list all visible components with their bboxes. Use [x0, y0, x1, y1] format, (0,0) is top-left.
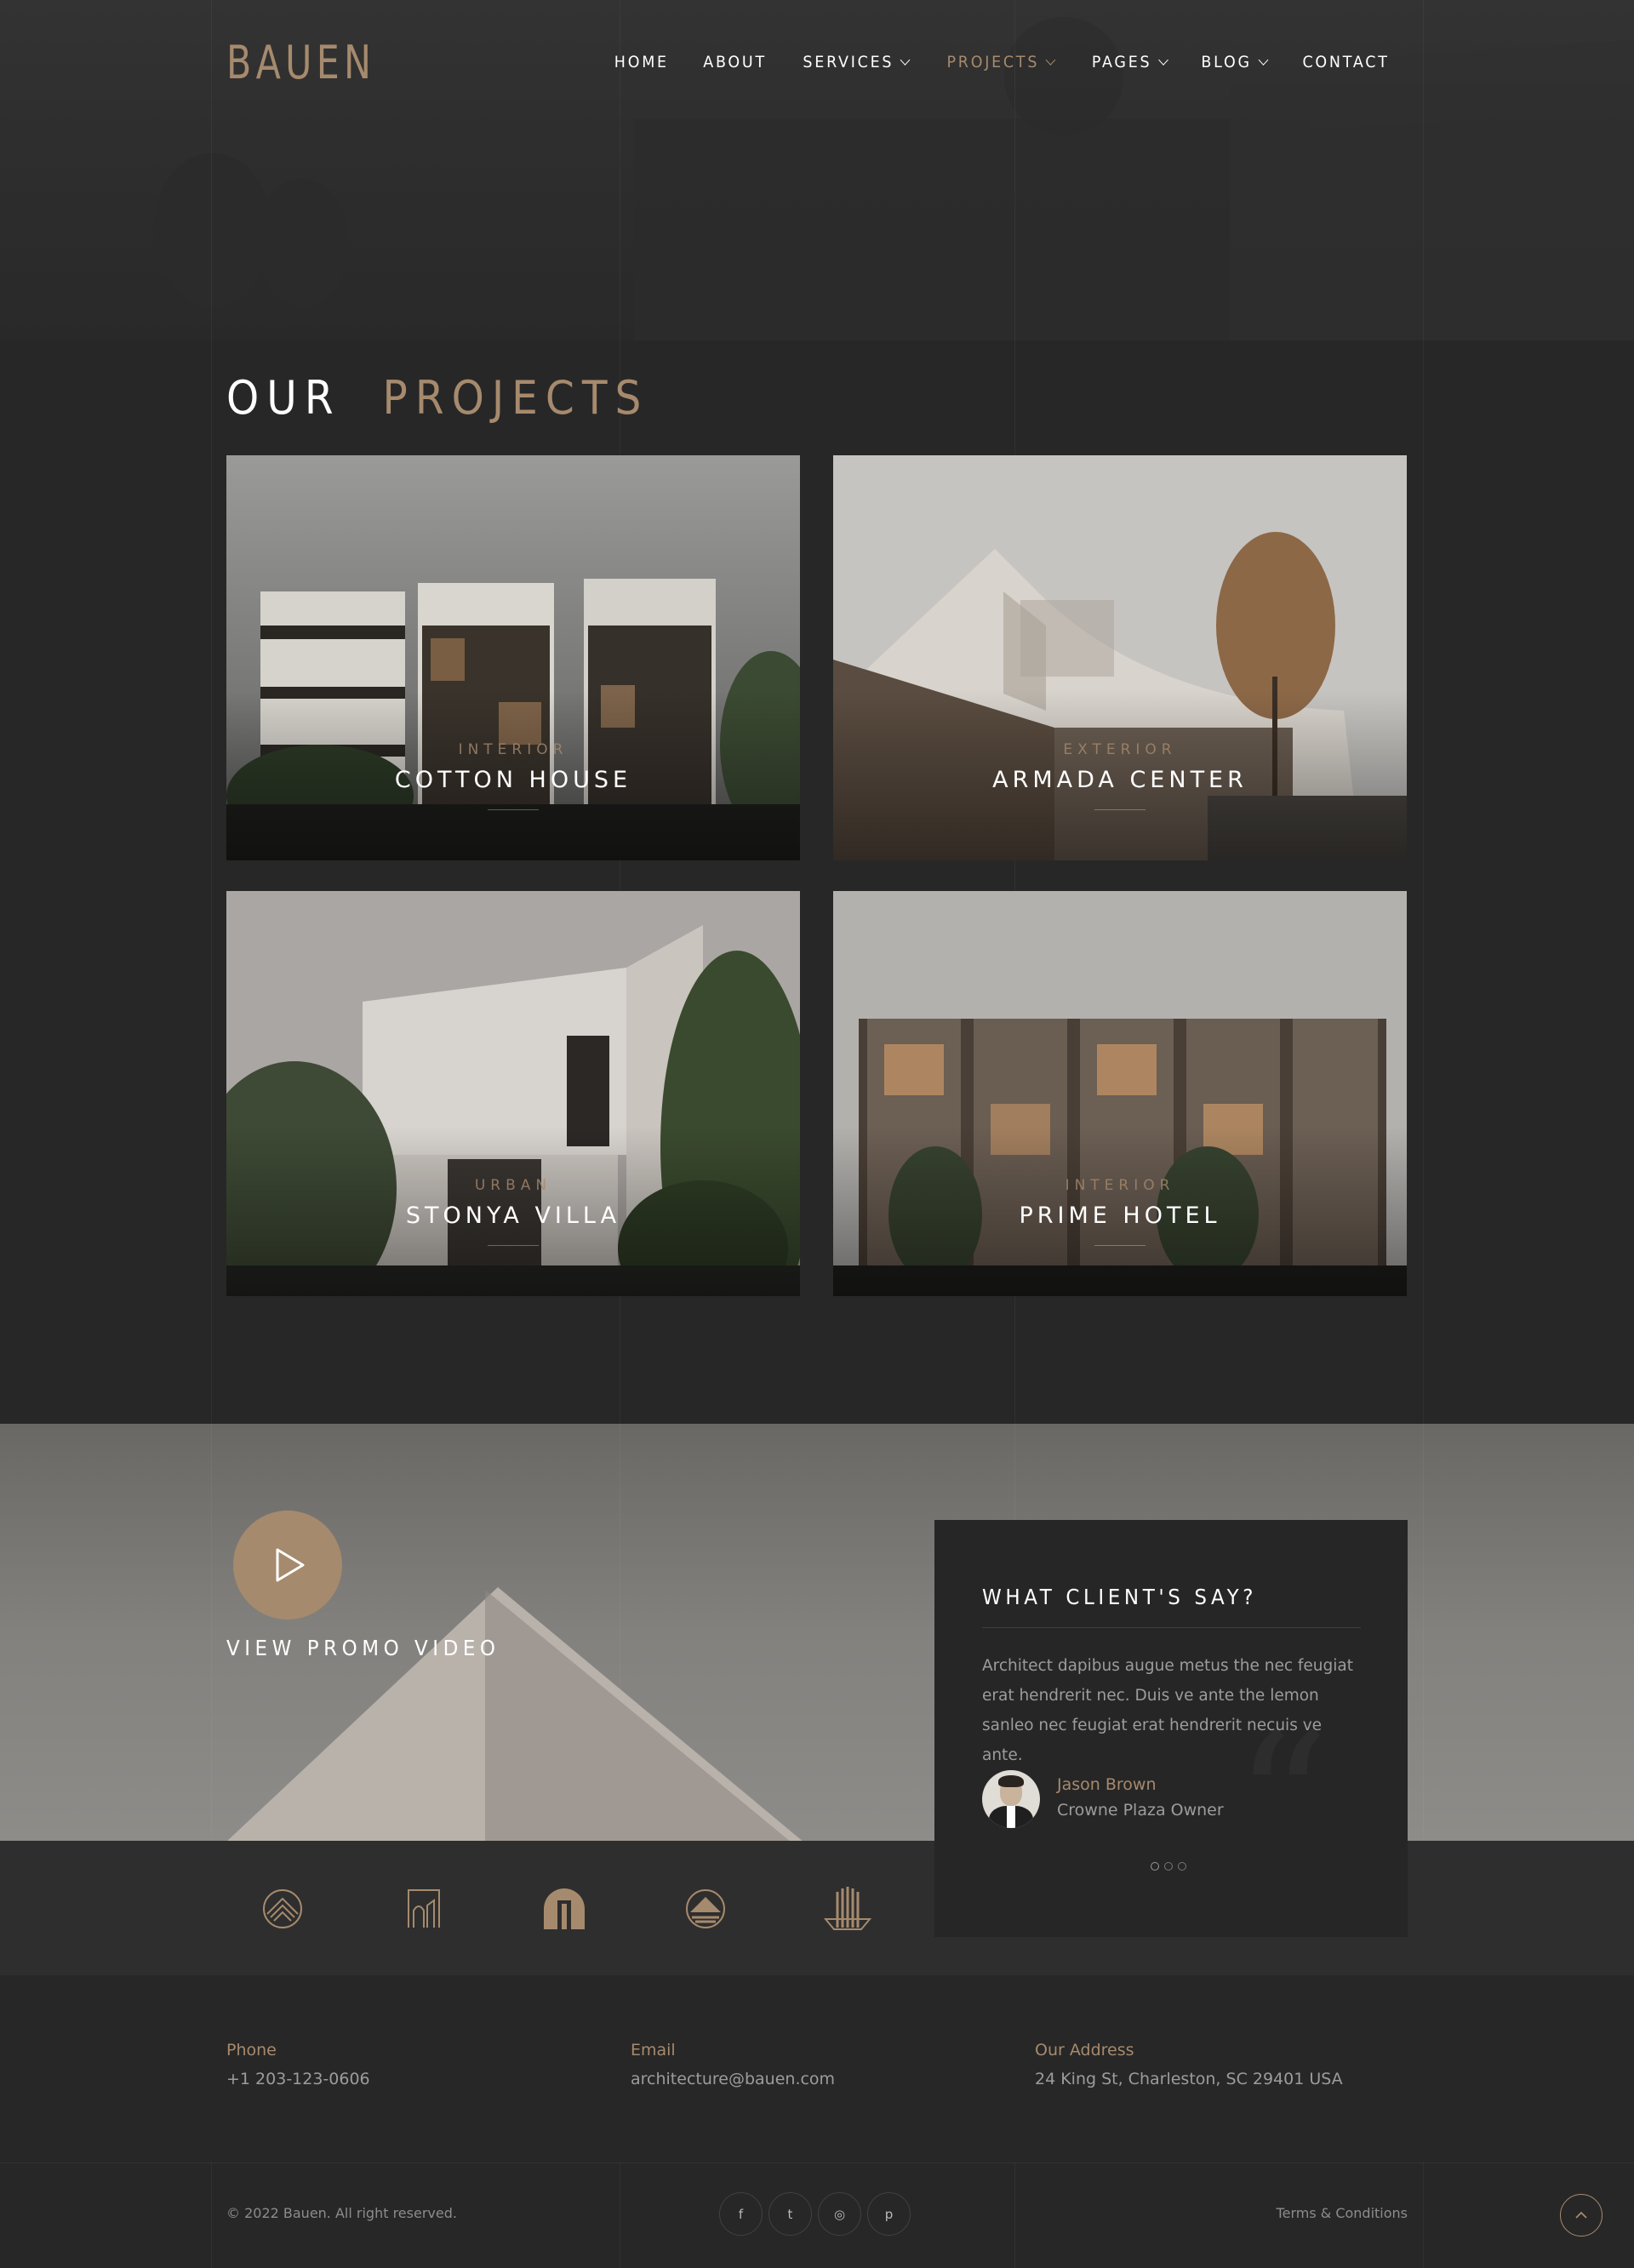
email-value[interactable]: architecture@bauen.com [631, 2070, 835, 2088]
back-to-top-button[interactable] [1560, 2194, 1603, 2237]
address-value: 24 King St, Charleston, SC 29401 USA [1035, 2070, 1343, 2088]
chevron-down-icon [900, 54, 911, 66]
site-logo[interactable]: BAUEN [226, 36, 375, 89]
project-card-stonya-villa[interactable]: URBAN STONYA VILLA [226, 891, 800, 1296]
chevron-down-icon [1157, 54, 1168, 66]
instagram-icon[interactable]: ◎ [818, 2192, 861, 2236]
social-links: f t ◎ p [719, 2192, 911, 2236]
address-label: Our Address [1035, 2041, 1134, 2059]
project-name[interactable]: ARMADA CENTER [833, 767, 1407, 793]
project-category: INTERIOR [458, 741, 568, 758]
contact-address: Our Address 24 King St, Charleston, SC 2… [1035, 2041, 1343, 2088]
main-nav: HOME ABOUT SERVICES PROJECTS PAGES BLOG … [583, 53, 1393, 71]
nav-pages[interactable]: PAGES [1091, 53, 1168, 71]
project-name[interactable]: STONYA VILLA [226, 1203, 800, 1229]
nav-about[interactable]: ABOUT [703, 53, 767, 71]
section-title: OUR PROJECTS [226, 371, 649, 425]
copyright-text: © 2022 Bauen. All right reserved. [226, 2205, 457, 2221]
facebook-icon[interactable]: f [719, 2192, 763, 2236]
nav-contact[interactable]: CONTACT [1302, 53, 1389, 71]
divider [488, 809, 539, 810]
chevron-down-icon [1046, 54, 1056, 66]
carousel-dot-3[interactable] [1178, 1862, 1186, 1871]
play-video-button[interactable] [233, 1511, 342, 1620]
terms-link[interactable]: Terms & Conditions [1277, 2205, 1408, 2221]
nav-home[interactable]: HOME [614, 53, 669, 71]
columns-logo-icon [823, 1885, 872, 1933]
twitter-icon[interactable]: t [768, 2192, 812, 2236]
nav-services[interactable]: SERVICES [803, 53, 911, 71]
project-name[interactable]: PRIME HOTEL [833, 1203, 1407, 1229]
client-name: Jason Brown [1057, 1775, 1157, 1794]
testimonial-card: “ WHAT CLIENT'S SAY? Architect dapibus a… [934, 1520, 1408, 1937]
project-name[interactable]: COTTON HOUSE [226, 767, 800, 793]
project-category: INTERIOR [1065, 1177, 1175, 1194]
carousel-dots [1151, 1862, 1186, 1871]
divider [982, 1627, 1361, 1628]
avatar [982, 1770, 1040, 1828]
nav-projects[interactable]: PROJECTS [947, 53, 1056, 71]
divider [0, 2162, 1634, 2163]
arch-dome-logo-icon [540, 1885, 588, 1933]
divider [1094, 809, 1146, 810]
play-icon [276, 1548, 305, 1582]
phone-value[interactable]: +1 203-123-0606 [226, 2070, 370, 2088]
city-arch-logo-icon [400, 1885, 448, 1933]
page: BAUEN HOME ABOUT SERVICES PROJECTS PAGES… [0, 0, 1634, 2268]
pyramid-circle-logo-icon [259, 1885, 306, 1933]
carousel-dot-1[interactable] [1151, 1862, 1159, 1871]
carousel-dot-2[interactable] [1164, 1862, 1173, 1871]
email-label: Email [631, 2041, 676, 2059]
chevron-down-icon [1258, 54, 1269, 66]
contact-email: Email architecture@bauen.com [631, 2041, 835, 2088]
pyramid-circle-logo-icon [682, 1885, 729, 1933]
pinterest-icon[interactable]: p [867, 2192, 911, 2236]
promo-video-label[interactable]: VIEW PROMO VIDEO [226, 1636, 500, 1660]
project-category: URBAN [474, 1177, 552, 1194]
phone-label: Phone [226, 2041, 277, 2059]
project-card-armada-center[interactable]: EXTERIOR ARMADA CENTER [833, 455, 1407, 860]
contact-phone: Phone +1 203-123-0606 [226, 2041, 370, 2088]
nav-blog[interactable]: BLOG [1202, 53, 1269, 71]
testimonial-title: WHAT CLIENT'S SAY? [982, 1585, 1258, 1609]
project-category: EXTERIOR [1063, 741, 1177, 758]
divider [488, 1245, 539, 1246]
project-card-cotton-house[interactable]: INTERIOR COTTON HOUSE [226, 455, 800, 860]
testimonial-text: Architect dapibus augue metus the nec fe… [982, 1657, 1353, 1764]
project-card-prime-hotel[interactable]: INTERIOR PRIME HOTEL [833, 891, 1407, 1296]
chevron-up-icon [1575, 2211, 1587, 2219]
client-role: Crowne Plaza Owner [1057, 1801, 1224, 1820]
divider [1094, 1245, 1146, 1246]
